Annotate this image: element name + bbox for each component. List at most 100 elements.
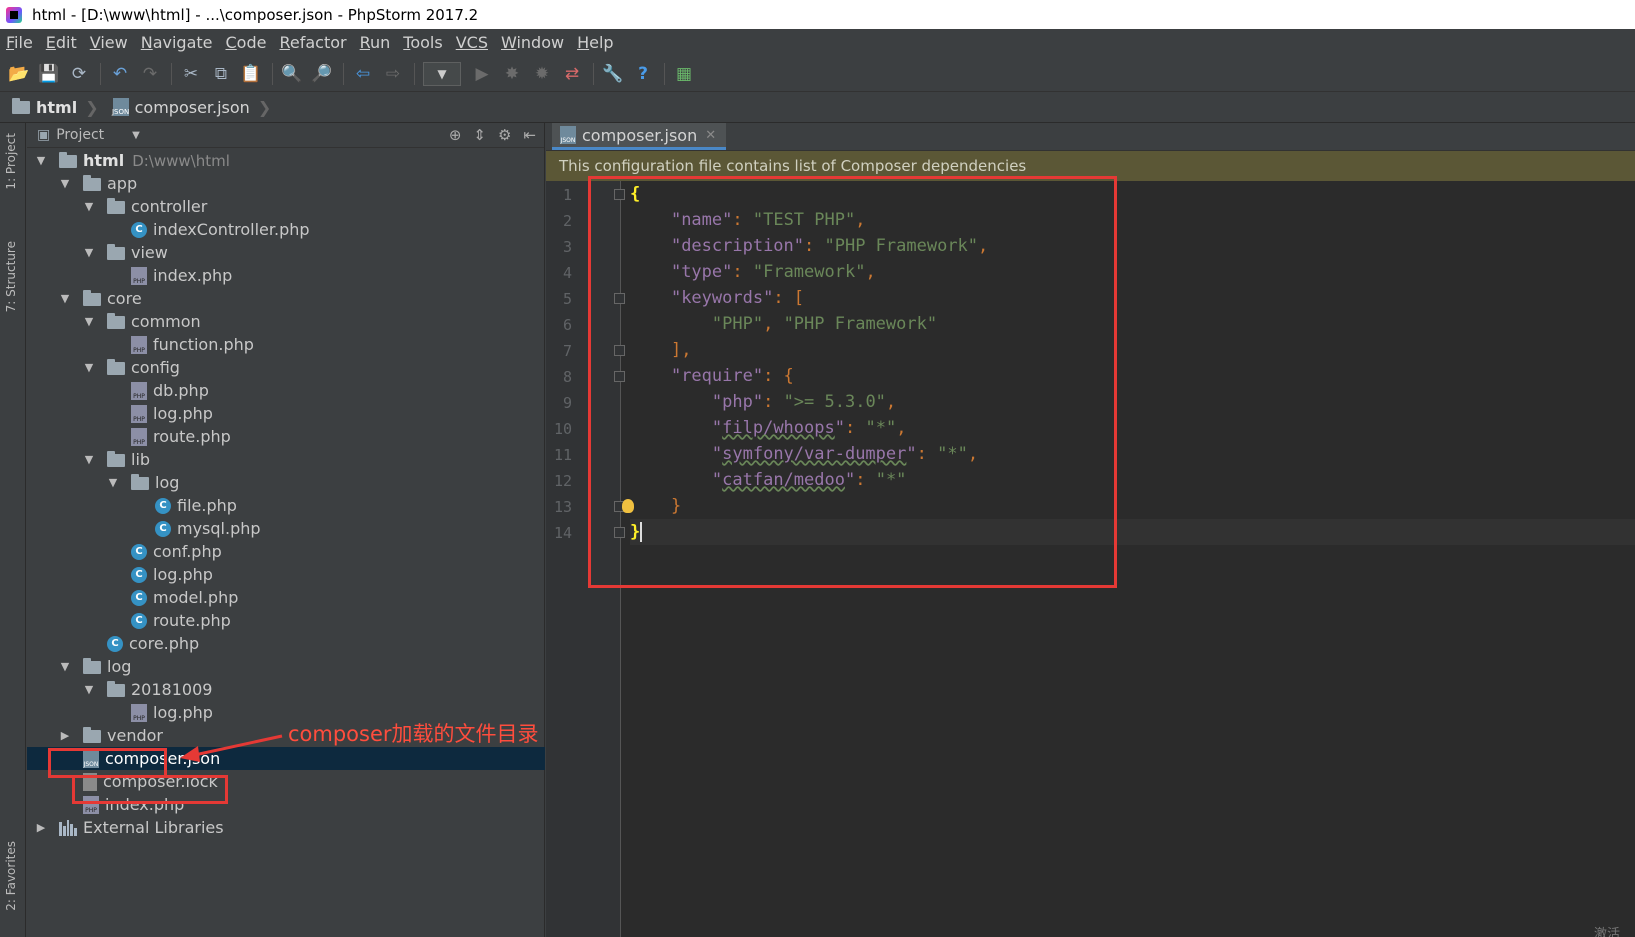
expanded-arrow-icon[interactable]: ▼ <box>59 660 71 673</box>
breadcrumb-file[interactable]: JSON composer.json ❯ <box>112 98 271 117</box>
tree-item-common[interactable]: ▼ common <box>27 310 545 333</box>
undo-icon[interactable]: ↶ <box>109 63 131 85</box>
debug-icon[interactable]: ✸ <box>501 63 523 85</box>
line-number: 1 <box>562 186 572 204</box>
sync-icon[interactable]: ⟳ <box>68 63 90 85</box>
run-icon[interactable]: ▶ <box>471 63 493 85</box>
tree-item-label: indexController.php <box>153 220 310 239</box>
tree-item-function-php[interactable]: PHP function.php <box>27 333 545 356</box>
tab-composer-json[interactable]: JSON composer.json ✕ <box>552 123 727 150</box>
menu-mnemonic: F <box>6 33 15 52</box>
tree-item-app[interactable]: ▼ app <box>27 172 545 195</box>
menu-mnemonic: R <box>279 33 290 52</box>
tree-item-label: route.php <box>153 611 231 630</box>
tree-item-mysql-php[interactable]: Cmysql.php <box>27 517 545 540</box>
project-view-selector[interactable]: Project <box>56 127 104 143</box>
vcs-icon[interactable]: ⇄ <box>561 63 583 85</box>
tree-item-label: conf.php <box>153 542 222 561</box>
line-number: 11 <box>553 446 572 464</box>
tree-item-db-php[interactable]: PHP db.php <box>27 379 545 402</box>
folder-icon <box>83 290 101 306</box>
php-file-icon: PHP <box>131 703 147 722</box>
find-icon[interactable]: 🔍 <box>281 63 303 85</box>
forward-icon[interactable]: ⇨ <box>382 63 404 85</box>
run-config-combo[interactable]: ▼ <box>423 61 461 86</box>
expanded-arrow-icon[interactable]: ▼ <box>83 315 95 328</box>
redo-icon[interactable]: ↷ <box>139 63 161 85</box>
copy-icon[interactable]: ⧉ <box>210 63 232 85</box>
tree-item-core[interactable]: ▼ core <box>27 287 545 310</box>
scroll-from-source-icon[interactable]: ⊕ <box>449 126 462 144</box>
tree-item-index-php[interactable]: PHP index.php <box>27 264 545 287</box>
tree-item-indexcontroller-php[interactable]: CindexController.php <box>27 218 545 241</box>
folder-icon <box>107 244 125 260</box>
tree-item-controller[interactable]: ▼ controller <box>27 195 545 218</box>
menu-edit[interactable]: Edit <box>46 33 77 52</box>
save-icon[interactable]: 💾 <box>38 63 60 85</box>
tree-item-html[interactable]: ▼ html D:\www\html <box>27 149 545 172</box>
tree-item-20181009[interactable]: ▼ 20181009 <box>27 678 545 701</box>
line-number: 14 <box>553 524 572 542</box>
tree-item-route-php[interactable]: PHP route.php <box>27 425 545 448</box>
plugin-icon[interactable]: ▦ <box>673 63 695 85</box>
tree-item-log-php[interactable]: PHP log.php <box>27 402 545 425</box>
expanded-arrow-icon[interactable]: ▼ <box>35 154 47 167</box>
breadcrumb-root[interactable]: html ❯ <box>12 97 99 117</box>
expanded-arrow-icon[interactable]: ▼ <box>83 246 95 259</box>
tree-item-model-php[interactable]: Cmodel.php <box>27 586 545 609</box>
collapsed-arrow-icon[interactable]: ▶ <box>35 821 47 834</box>
expanded-arrow-icon[interactable]: ▼ <box>107 476 119 489</box>
back-icon[interactable]: ⇦ <box>352 63 374 85</box>
replace-icon[interactable]: 🔎 <box>311 63 333 85</box>
hide-panel-icon[interactable]: ⇤ <box>523 126 536 144</box>
expanded-arrow-icon[interactable]: ▼ <box>83 453 95 466</box>
menu-run[interactable]: Run <box>360 33 391 52</box>
favorites-tool-button[interactable]: 2: Favorites <box>4 841 18 911</box>
settings-icon[interactable]: 🔧 <box>602 63 624 85</box>
menu-tools[interactable]: Tools <box>403 33 442 52</box>
tree-item-log-php[interactable]: Clog.php <box>27 563 545 586</box>
menu-vcs[interactable]: VCS <box>456 33 488 52</box>
expanded-arrow-icon[interactable]: ▼ <box>59 177 71 190</box>
menu-code[interactable]: Code <box>226 33 267 52</box>
chevron-down-icon[interactable]: ▼ <box>132 130 140 141</box>
help-icon[interactable]: ? <box>632 63 654 85</box>
breadcrumb-separator: ❯ <box>85 97 99 117</box>
tree-item-log[interactable]: ▼ log <box>27 471 545 494</box>
coverage-icon[interactable]: ✹ <box>531 63 553 85</box>
tree-item-route-php[interactable]: Croute.php <box>27 609 545 632</box>
expanded-arrow-icon[interactable]: ▼ <box>59 292 71 305</box>
menu-navigate[interactable]: Navigate <box>141 33 213 52</box>
paste-icon[interactable]: 📋 <box>240 63 262 85</box>
tree-item-label: log <box>155 473 180 492</box>
tree-item-log[interactable]: ▼ log <box>27 655 545 678</box>
cut-icon[interactable]: ✂ <box>180 63 202 85</box>
gear-icon[interactable]: ⚙ <box>498 126 511 144</box>
tree-item-conf-php[interactable]: Cconf.php <box>27 540 545 563</box>
collapsed-arrow-icon[interactable]: ▶ <box>59 729 71 742</box>
menu-mnemonic: H <box>577 33 590 52</box>
structure-tool-button[interactable]: 7: Structure <box>4 241 18 312</box>
menu-file[interactable]: File <box>6 33 33 52</box>
tree-item-lib[interactable]: ▼ lib <box>27 448 545 471</box>
close-icon[interactable]: ✕ <box>705 128 716 143</box>
tree-item-file-php[interactable]: Cfile.php <box>27 494 545 517</box>
project-tool-button[interactable]: 1: Project <box>4 133 18 190</box>
tree-item-core-php[interactable]: Ccore.php <box>27 632 545 655</box>
folder-icon <box>83 727 101 743</box>
expanded-arrow-icon[interactable]: ▼ <box>83 683 95 696</box>
menu-refactor[interactable]: Refactor <box>279 33 346 52</box>
expanded-arrow-icon[interactable]: ▼ <box>83 200 95 213</box>
tree-item-label: config <box>131 358 180 377</box>
tree-item-external-libraries[interactable]: ▶ External Libraries <box>27 816 545 839</box>
collapse-all-icon[interactable]: ⇕ <box>473 126 486 144</box>
tree-item-label: view <box>131 243 168 262</box>
open-icon[interactable]: 📂 <box>8 63 30 85</box>
tree-item-config[interactable]: ▼ config <box>27 356 545 379</box>
expanded-arrow-icon[interactable]: ▼ <box>83 361 95 374</box>
menu-help[interactable]: Help <box>577 33 613 52</box>
menu-window[interactable]: Window <box>501 33 564 52</box>
annotation-box-editor <box>588 176 1117 588</box>
tree-item-view[interactable]: ▼ view <box>27 241 545 264</box>
menu-view[interactable]: View <box>90 33 128 52</box>
